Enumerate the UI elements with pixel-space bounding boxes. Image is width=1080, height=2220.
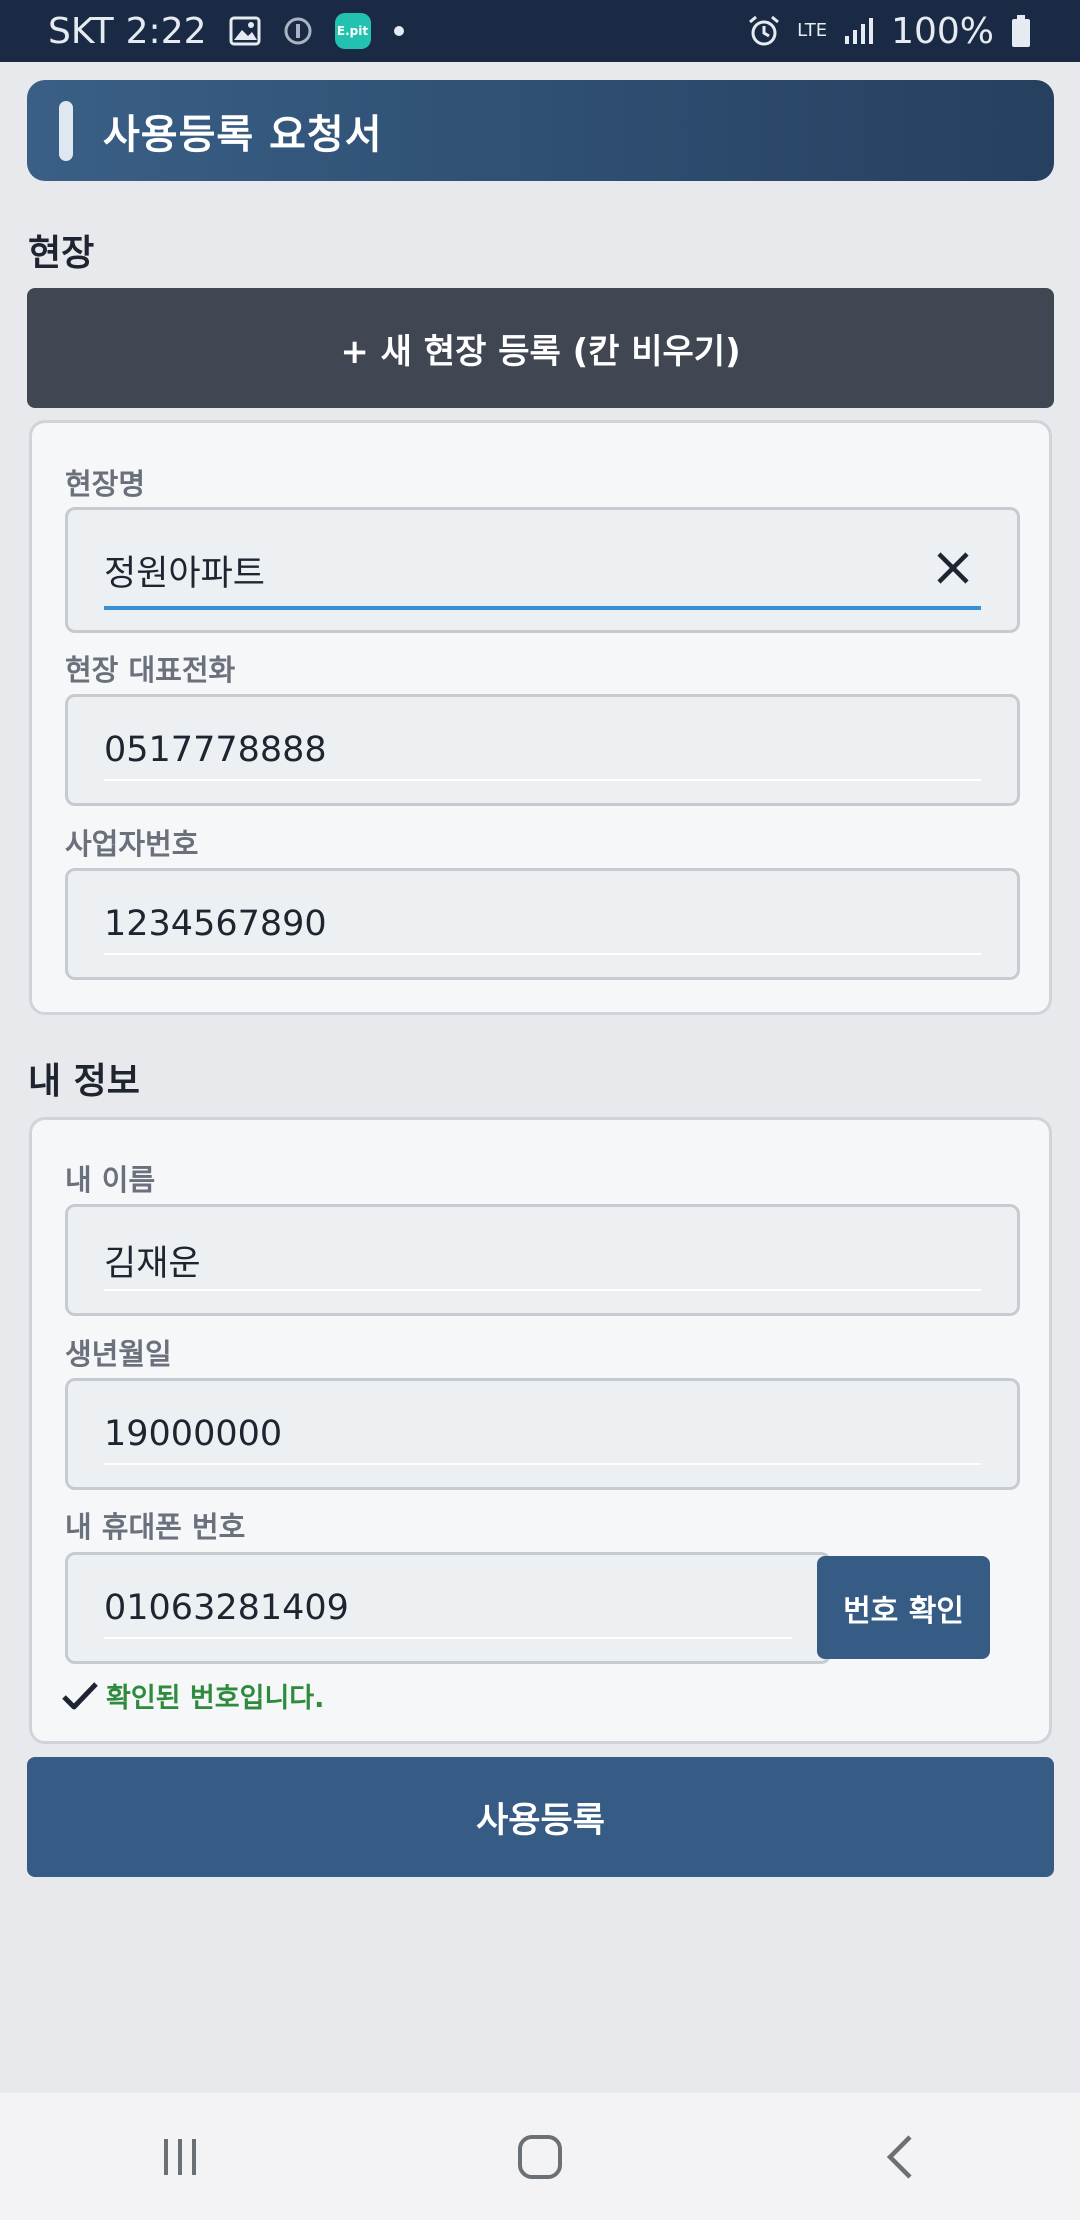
business-number-field[interactable]: 1234567890 [65,868,1020,980]
status-left: SKT 2:22 E.pit [48,11,405,52]
checkmark-icon [62,1681,98,1709]
site-name-focus-underline [104,606,981,610]
name-field[interactable]: 김재운 [65,1204,1020,1316]
name-underline [104,1289,981,1291]
business-number-label: 사업자번호 [65,827,199,861]
recent-apps-icon [164,2138,196,2175]
page-title: 사용등록 요청서 [103,111,383,158]
status-right: LTE 100% [747,11,1032,52]
epit-app-icon: E.pit [334,13,371,49]
page-title-banner: 사용등록 요청서 [27,80,1054,181]
business-number-underline [104,953,981,955]
birthdate-value[interactable]: 19000000 [104,1381,282,1487]
home-icon [518,2134,562,2179]
recent-apps-button[interactable] [120,2117,240,2197]
site-section-heading: 현장 [28,233,95,274]
clear-icon[interactable] [933,548,973,588]
battery-icon [1010,14,1032,48]
site-phone-label: 현장 대표전화 [65,653,236,687]
birthdate-field[interactable]: 19000000 [65,1378,1020,1490]
carrier-label: SKT [48,10,114,52]
info-circle-icon [283,16,313,46]
phone-underline [104,1637,792,1639]
home-button[interactable] [480,2117,600,2197]
gallery-icon [229,16,261,46]
my-info-section-heading: 내 정보 [28,1061,140,1102]
site-name-field[interactable]: 정원아파트 [65,507,1020,633]
site-phone-field[interactable]: 0517778888 [65,694,1020,806]
phone-value[interactable]: 01063281409 [104,1555,349,1661]
clock: 2:22 [125,10,207,52]
verify-status-text: 확인된 번호입니다. [106,1683,325,1714]
site-name-label: 현장명 [65,467,146,501]
alarm-icon [747,14,781,48]
battery-percent: 100% [891,10,994,52]
back-icon [886,2134,912,2179]
verify-status: 확인된 번호입니다. [62,1676,324,1715]
name-label: 내 이름 [65,1163,156,1197]
birthdate-label: 생년월일 [65,1337,172,1371]
phone-field[interactable]: 01063281409 [65,1552,831,1664]
system-nav-bar [0,2093,1080,2220]
title-accent-bar [59,100,73,161]
verify-number-button[interactable]: 번호 확인 [817,1556,990,1659]
back-button[interactable] [840,2117,960,2197]
new-site-button[interactable]: + 새 현장 등록 (칸 비우기) [27,288,1054,408]
signal-icon [843,16,875,46]
notification-dot-icon [393,25,405,37]
phone-label: 내 휴대폰 번호 [65,1510,246,1544]
site-info-card: 현장명 정원아파트 현장 대표전화 0517778888 사업자번호 12345… [29,420,1052,1015]
business-number-value[interactable]: 1234567890 [104,871,327,977]
birthdate-underline [104,1463,981,1465]
site-phone-value[interactable]: 0517778888 [104,697,327,803]
status-bar: SKT 2:22 E.pit LTE 100% [0,0,1080,62]
site-phone-underline [104,779,981,781]
site-name-value[interactable]: 정원아파트 [104,510,265,630]
network-type: LTE [797,20,828,41]
submit-button[interactable]: 사용등록 [27,1757,1054,1877]
name-value[interactable]: 김재운 [104,1207,201,1313]
